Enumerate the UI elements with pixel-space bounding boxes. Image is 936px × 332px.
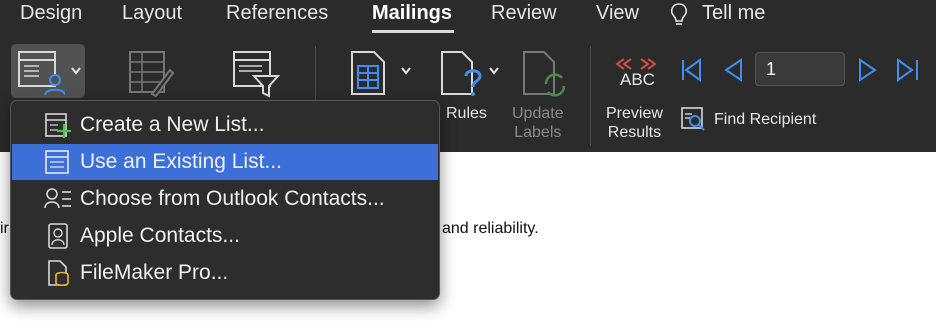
select-recipients-menu: Create a New List... Use an Existing Lis… [10,100,440,300]
menu-item-apple-contacts[interactable]: Apple Contacts... [12,218,438,254]
update-labels-icon[interactable] [522,50,568,98]
outlook-contacts-icon [44,188,71,209]
menu-item-outlook-contacts[interactable]: Choose from Outlook Contacts... [12,181,438,217]
menu-item-label: Create a New List... [80,113,265,136]
recipients-list-icon [18,51,65,96]
new-list-icon [45,113,71,138]
first-record-icon[interactable] [680,58,702,82]
ribbon-separator [590,46,591,146]
tab-design[interactable]: Design [20,2,82,25]
menu-item-label: Choose from Outlook Contacts... [80,187,385,210]
preview-results-label[interactable]: Preview Results [606,104,663,142]
preview-results-icon[interactable]: ABC [620,70,655,90]
find-recipient-label[interactable]: Find Recipient [714,110,816,129]
chevron-down-icon[interactable] [70,66,82,76]
filemaker-icon [48,260,69,286]
apple-contacts-icon [48,223,68,249]
menu-item-filemaker-pro[interactable]: FileMaker Pro... [12,255,438,291]
next-record-icon[interactable] [858,58,878,82]
tab-references[interactable]: References [226,2,328,25]
find-recipient-icon[interactable] [680,106,706,132]
filter-recipients-icon[interactable] [232,50,280,98]
tab-layout[interactable]: Layout [122,2,182,25]
tab-view[interactable]: View [596,2,639,25]
menu-item-use-existing-list[interactable]: Use an Existing List... [12,144,438,180]
existing-list-icon [45,150,69,174]
menu-item-create-new-list[interactable]: Create a New List... [12,107,438,143]
tab-review[interactable]: Review [491,2,557,25]
previous-record-icon[interactable] [723,58,743,82]
last-record-icon[interactable] [896,58,920,82]
document-text: ir [0,220,9,237]
rules-icon[interactable] [440,50,486,98]
tab-mailings[interactable]: Mailings [372,2,452,25]
chevron-down-icon[interactable] [488,66,500,76]
edit-recipient-list-icon[interactable] [128,50,174,98]
record-number-input[interactable] [755,52,845,86]
document-text: and reliability. [442,220,539,237]
tell-me-search[interactable]: Tell me [702,2,765,25]
update-labels-label: Update Labels [512,105,564,141]
lightbulb-icon[interactable] [668,2,690,28]
chevron-down-icon[interactable] [400,66,412,76]
insert-merge-field-icon[interactable] [350,50,386,96]
menu-item-label: Apple Contacts... [80,224,240,247]
menu-item-label: Use an Existing List... [80,150,282,173]
active-tab-indicator [372,30,454,33]
rules-label: Rules [446,105,487,122]
menu-item-label: FileMaker Pro... [80,261,229,284]
